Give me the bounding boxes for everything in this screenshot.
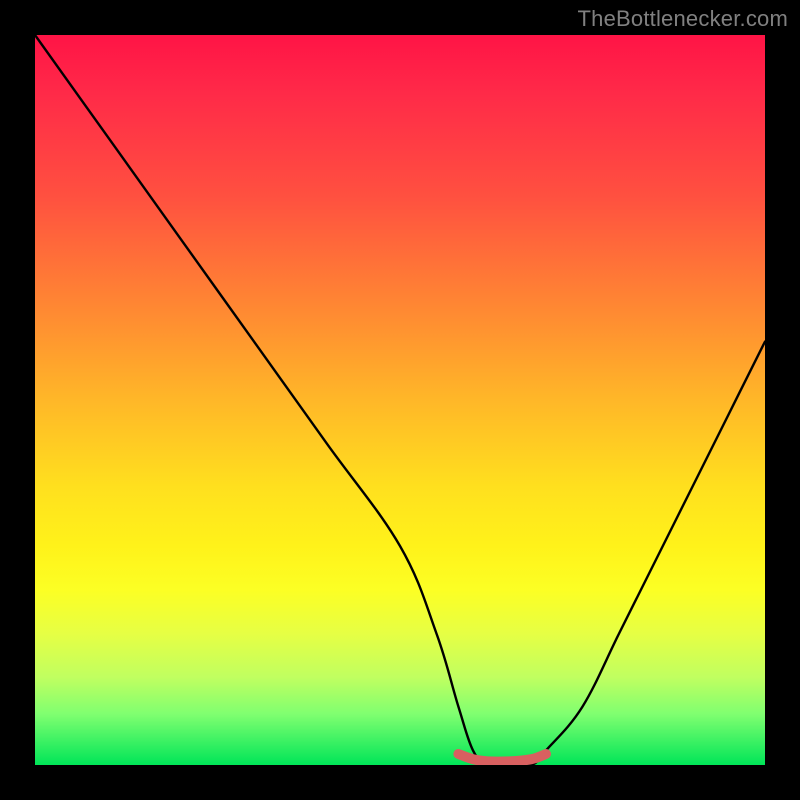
watermark-label: TheBottlenecker.com	[578, 6, 788, 32]
chart-svg	[35, 35, 765, 765]
bottleneck-curve-path	[35, 35, 765, 765]
chart-frame: TheBottlenecker.com	[0, 0, 800, 800]
optimal-zone-path	[458, 754, 546, 762]
plot-area	[35, 35, 765, 765]
